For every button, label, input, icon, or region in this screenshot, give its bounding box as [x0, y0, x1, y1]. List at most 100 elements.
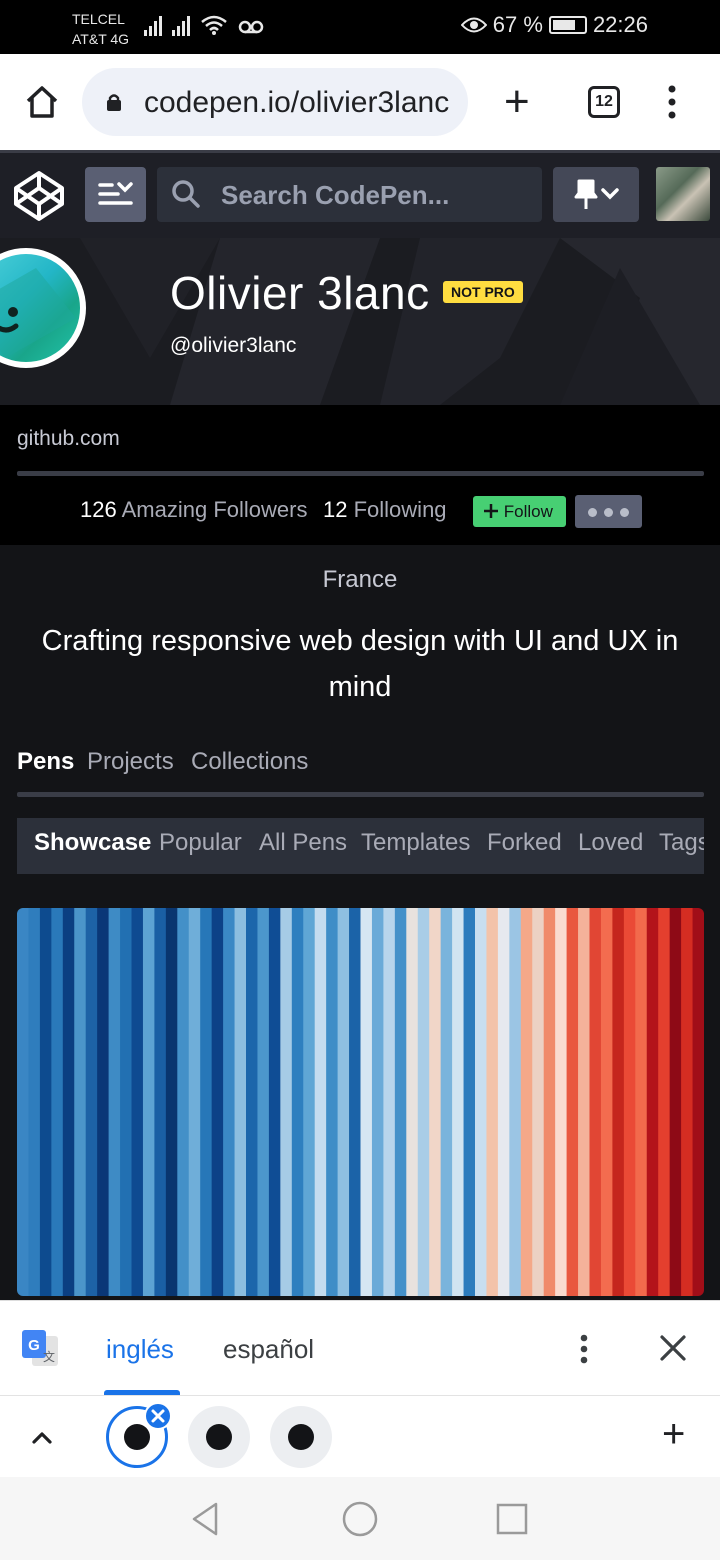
subtab-popular[interactable]: Popular [159, 829, 242, 857]
google-translate-icon[interactable]: G 文 [20, 1328, 60, 1368]
close-icon[interactable] [656, 1331, 690, 1365]
tab-switcher-button[interactable]: 12 [588, 86, 620, 118]
stripe [532, 908, 545, 1296]
battery-percent: 67 % [492, 12, 543, 37]
stripe [120, 908, 133, 1296]
subtab-tags[interactable]: Tags [659, 829, 704, 857]
profile-link[interactable]: github.com [17, 427, 120, 451]
tab-thumbnail[interactable] [188, 1406, 250, 1468]
stripe [211, 908, 224, 1296]
stripe [646, 908, 659, 1296]
browser-menu-icon[interactable] [664, 84, 680, 120]
followers-stat[interactable]: 126 Amazing Followers [80, 497, 307, 523]
dot-icon [604, 508, 613, 517]
status-bar: TELCEL AT&T 4G 67 % 22:26 [0, 0, 720, 54]
stripe [154, 908, 167, 1296]
signal-icons [144, 14, 264, 36]
stripe [520, 908, 533, 1296]
stripe [223, 908, 236, 1296]
stripe [131, 908, 144, 1296]
stripe [28, 908, 41, 1296]
menu-toggle-button[interactable] [85, 167, 146, 222]
profile-handle: @olivier3lanc [170, 334, 297, 357]
subtab-loved[interactable]: Loved [578, 829, 643, 857]
stripe [349, 908, 362, 1296]
stripe [440, 908, 453, 1296]
tab-thumbnail[interactable] [270, 1406, 332, 1468]
stripe [51, 908, 64, 1296]
followers-label: Amazing Followers [121, 497, 308, 522]
follow-button[interactable]: Follow [473, 496, 566, 527]
search-placeholder: Search CodePen... [221, 180, 450, 210]
not-pro-badge[interactable]: NOT PRO [443, 281, 523, 303]
eye-icon [460, 17, 487, 33]
tab-collections[interactable]: Collections [191, 748, 308, 776]
translate-bar: G 文 inglés español [0, 1300, 720, 1395]
dot-icon [620, 508, 629, 517]
stripe [417, 908, 430, 1296]
stripe [658, 908, 671, 1296]
close-icon [151, 1409, 165, 1423]
pins-button[interactable] [553, 167, 639, 222]
stripe [589, 908, 602, 1296]
signal-icon [172, 14, 190, 36]
following-stat[interactable]: 12 Following [323, 497, 447, 523]
codepen-logo-icon[interactable] [12, 169, 66, 223]
stripe [39, 908, 52, 1296]
address-bar[interactable]: codepen.io/olivier3lanc [82, 68, 468, 136]
stripe [383, 908, 396, 1296]
back-icon[interactable] [186, 1499, 226, 1539]
status-right: 67 % 22:26 [460, 12, 648, 38]
source-language-tab[interactable]: inglés [106, 1334, 174, 1365]
home-nav-icon[interactable] [340, 1499, 380, 1539]
translate-menu-icon[interactable] [576, 1331, 592, 1367]
more-options-button[interactable] [575, 495, 642, 528]
subtab-templates[interactable]: Templates [361, 829, 470, 857]
stripe [600, 908, 613, 1296]
carrier-info: TELCEL AT&T 4G [72, 9, 129, 49]
stripe [681, 908, 694, 1296]
home-icon[interactable] [24, 84, 60, 120]
tab-projects[interactable]: Projects [87, 748, 174, 776]
recents-icon[interactable] [492, 1499, 532, 1539]
stripe [303, 908, 316, 1296]
profile-header: Olivier 3lanc NOT PRO @olivier3lanc [0, 238, 720, 405]
target-language-tab[interactable]: español [223, 1334, 314, 1365]
divider [17, 471, 704, 476]
plus-icon [484, 504, 498, 518]
stripe [429, 908, 442, 1296]
stripe [337, 908, 350, 1296]
stripe [612, 908, 625, 1296]
stripe [314, 908, 327, 1296]
browser-toolbar: codepen.io/olivier3lanc + 12 [0, 54, 720, 150]
stripe [257, 908, 270, 1296]
followers-count: 126 [80, 497, 117, 522]
subtab-forked[interactable]: Forked [487, 829, 562, 857]
stripe [394, 908, 407, 1296]
stripe [234, 908, 247, 1296]
new-tab-icon[interactable]: + [504, 80, 530, 124]
chevron-up-icon[interactable] [28, 1424, 56, 1450]
tab-pens[interactable]: Pens [17, 748, 74, 776]
close-tab-button[interactable] [144, 1402, 172, 1430]
pen-preview[interactable] [17, 908, 704, 1296]
subtab-all-pens[interactable]: All Pens [259, 829, 347, 857]
user-avatar[interactable] [656, 167, 710, 221]
profile-avatar [0, 248, 86, 368]
pens-subnav: Showcase Popular All Pens Templates Fork… [17, 818, 704, 874]
stripe [463, 908, 476, 1296]
subtab-showcase[interactable]: Showcase [34, 829, 151, 857]
codepen-header: Search CodePen... [0, 150, 720, 238]
profile-bio: Crafting responsive web design with UI a… [41, 625, 679, 703]
pen-preview-image [17, 908, 704, 1296]
url-text: codepen.io/olivier3lanc [144, 86, 450, 119]
tab-strip: + [0, 1395, 720, 1477]
stripe [188, 908, 201, 1296]
search-field[interactable]: Search CodePen... [157, 167, 542, 222]
add-tab-icon[interactable]: + [662, 1414, 685, 1454]
voicemail-icon [238, 20, 264, 34]
stripe [566, 908, 579, 1296]
stripe [406, 908, 419, 1296]
carrier-name: TELCEL [72, 11, 125, 27]
stripe [74, 908, 87, 1296]
